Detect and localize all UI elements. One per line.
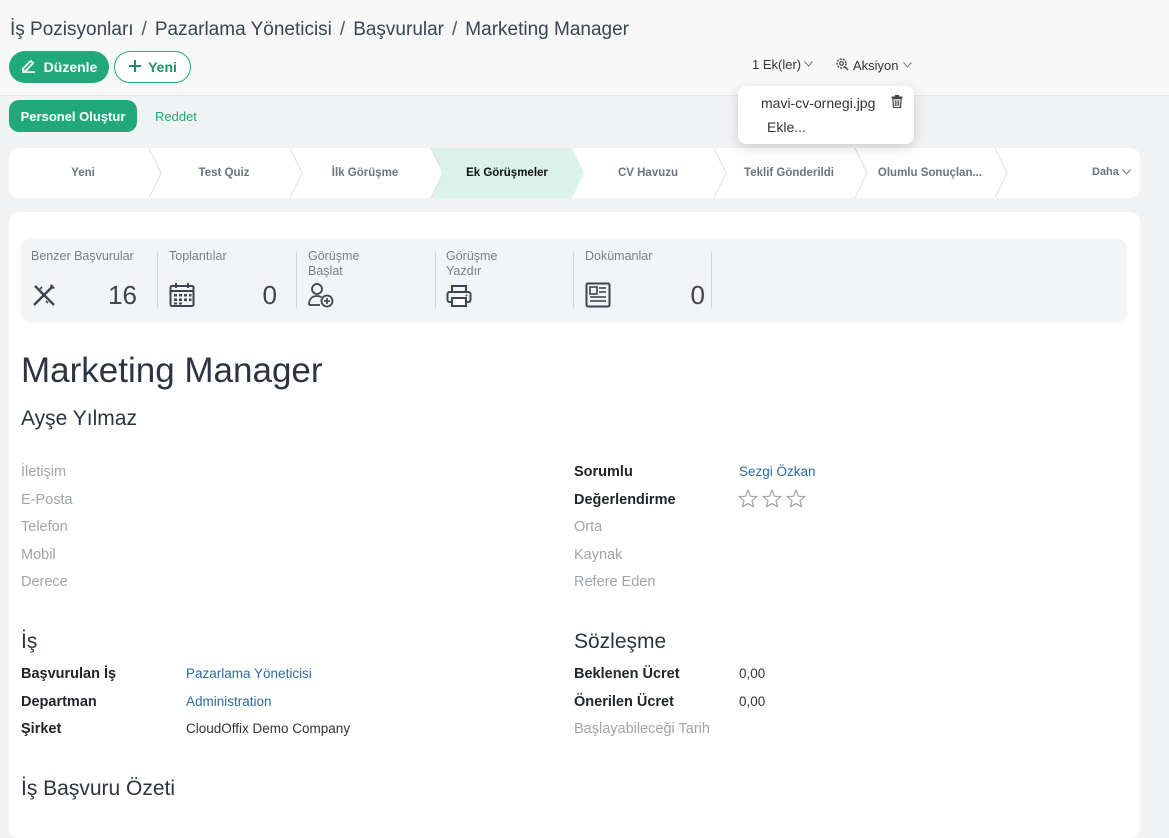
smart-button-label: Dokümanlar <box>585 249 653 263</box>
meetings-count: 0 <box>262 280 277 310</box>
company-label: Şirket <box>21 721 62 737</box>
smart-button-label: Benzer Başvurular <box>31 249 134 263</box>
add-attachment-link[interactable]: Ekle... <box>767 119 806 135</box>
print-interview-button[interactable]: Görüşme Yazdır <box>446 249 571 311</box>
source-label: Kaynak <box>574 547 623 563</box>
proposed-salary-label: Önerilen Ücret <box>574 694 674 710</box>
similar-applications-button[interactable]: Benzer Başvurular 16 <box>31 249 161 311</box>
chevron-down-icon <box>1122 166 1131 178</box>
actions-label: Aksiyon <box>853 58 899 73</box>
stage-statusbar: Yeni Test Quiz İlk Görüşme Ek Görüşmeler… <box>9 148 1140 198</box>
breadcrumb-item-job[interactable]: Pazarlama Yöneticisi <box>155 19 332 40</box>
stage-offer-sent[interactable]: Teklif Gönderildi <box>719 148 859 198</box>
contact-label: İletişim <box>21 464 67 480</box>
chevron-down-icon <box>902 60 912 71</box>
attachment-file-link[interactable]: mavi-cv-ornegi.jpg <box>761 95 875 111</box>
document-icon <box>585 282 611 313</box>
smart-divider <box>435 252 436 308</box>
documents-count: 0 <box>690 280 705 310</box>
edit-button-label: Düzenle <box>43 59 98 75</box>
smart-button-label: Görüşme Yazdır <box>446 249 497 279</box>
expected-salary-field[interactable]: 0,00 <box>739 666 765 681</box>
department-label: Departman <box>21 694 97 710</box>
pencil-ruler-icon <box>31 282 57 313</box>
smart-divider <box>711 252 712 308</box>
breadcrumb-item-current: Marketing Manager <box>465 19 629 40</box>
similar-applications-count: 16 <box>108 280 137 310</box>
star-icon[interactable] <box>761 489 783 514</box>
availability-label: Başlayabileceği Tarih <box>574 721 710 737</box>
record-title[interactable]: Marketing Manager <box>21 351 323 391</box>
expected-salary-label: Beklenen Ücret <box>574 666 680 682</box>
stage-additional-interviews[interactable]: Ek Görüşmeler <box>436 148 578 198</box>
breadcrumb-item-job-positions[interactable]: İş Pozisyonları <box>10 19 134 40</box>
breadcrumb-item-applications[interactable]: Başvurular <box>353 19 444 40</box>
applicant-name[interactable]: Ayşe Yılmaz <box>21 407 137 431</box>
applied-job-field[interactable]: Pazarlama Yöneticisi <box>186 666 312 681</box>
meetings-button[interactable]: Toplantılar 0 <box>169 249 299 311</box>
trash-icon[interactable] <box>891 95 903 113</box>
breadcrumb-separator: / <box>452 19 458 40</box>
documents-button[interactable]: Dokümanlar 0 <box>585 249 715 311</box>
smart-button-label: Toplantılar <box>169 249 227 263</box>
department-field[interactable]: Administration <box>186 694 272 709</box>
create-employee-button[interactable]: Personel Oluştur <box>9 100 137 132</box>
plus-icon <box>128 59 142 76</box>
edit-icon <box>21 58 36 76</box>
medium-label: Orta <box>574 519 603 535</box>
rating-label: Değerlendirme <box>574 492 676 508</box>
refuse-button[interactable]: Reddet <box>155 109 197 124</box>
breadcrumb-separator: / <box>141 19 147 40</box>
new-button[interactable]: Yeni <box>114 51 191 83</box>
responsible-field[interactable]: Sezgi Özkan <box>739 464 816 479</box>
mobile-label: Mobil <box>21 547 56 563</box>
degree-label: Derece <box>21 574 68 590</box>
smart-divider <box>296 252 297 308</box>
smart-divider <box>573 252 574 308</box>
attachments-label: 1 Ek(ler) <box>752 57 802 72</box>
stage-new[interactable]: Yeni <box>9 148 157 198</box>
stage-first-interview[interactable]: İlk Görüşme <box>295 148 435 198</box>
job-section-title: İş <box>21 630 38 653</box>
breadcrumb: İş Pozisyonları / Pazarlama Yöneticisi / Baş… <box>10 19 629 41</box>
company-field[interactable]: CloudOffix Demo Company <box>186 721 350 736</box>
star-icon[interactable] <box>785 489 807 514</box>
contract-section-title: Sözleşme <box>574 630 667 653</box>
smart-button-label: Görüşme Başlat <box>308 249 359 279</box>
start-interview-button[interactable]: Görüşme Başlat <box>308 249 433 311</box>
attachments-dropdown-toggle[interactable]: 1 Ek(ler) <box>752 57 813 72</box>
application-summary-title: İş Başvuru Özeti <box>21 777 176 800</box>
smart-button-label-line2: Başlat <box>308 264 343 278</box>
smart-button-label-line2: Yazdır <box>446 264 482 278</box>
stage-cv-pool[interactable]: CV Havuzu <box>578 148 718 198</box>
printer-icon <box>446 284 472 313</box>
form-sheet: Benzer Başvurular 16 Toplantılar 0 Görüş… <box>9 212 1140 838</box>
control-panel: İş Pozisyonları / Pazarlama Yöneticisi / Baş… <box>0 0 1169 96</box>
stage-more-dropdown[interactable]: Daha <box>1092 166 1131 178</box>
user-add-icon <box>308 282 334 313</box>
star-icon[interactable] <box>737 489 759 514</box>
phone-label: Telefon <box>21 519 68 535</box>
stage-test-quiz[interactable]: Test Quiz <box>154 148 294 198</box>
referrer-label: Refere Eden <box>574 574 656 590</box>
chevron-down-icon <box>804 59 813 70</box>
breadcrumb-separator: / <box>339 19 346 40</box>
edit-button[interactable]: Düzenle <box>9 51 109 83</box>
stage-positive-result[interactable]: Olumlu Sonuçlan... <box>860 148 1000 198</box>
stage-more-label: Daha <box>1092 166 1119 178</box>
cog-icon <box>835 57 849 74</box>
email-label: E-Posta <box>21 492 73 508</box>
smart-button-label-line1: Görüşme <box>446 249 498 263</box>
calendar-icon <box>169 282 195 313</box>
smart-button-label-line1: Görüşme <box>308 249 360 263</box>
smart-divider <box>157 252 158 308</box>
new-button-label: Yeni <box>148 59 177 75</box>
smart-button-box: Benzer Başvurular 16 Toplantılar 0 Görüş… <box>21 239 1127 321</box>
actions-dropdown-toggle[interactable]: Aksiyon <box>835 57 912 74</box>
responsible-label: Sorumlu <box>574 464 633 480</box>
attachments-dropdown-menu: mavi-cv-ornegi.jpg Ekle... <box>738 86 914 144</box>
proposed-salary-field[interactable]: 0,00 <box>739 694 765 709</box>
rating-stars <box>737 489 807 514</box>
applied-job-label: Başvurulan İş <box>21 666 117 682</box>
